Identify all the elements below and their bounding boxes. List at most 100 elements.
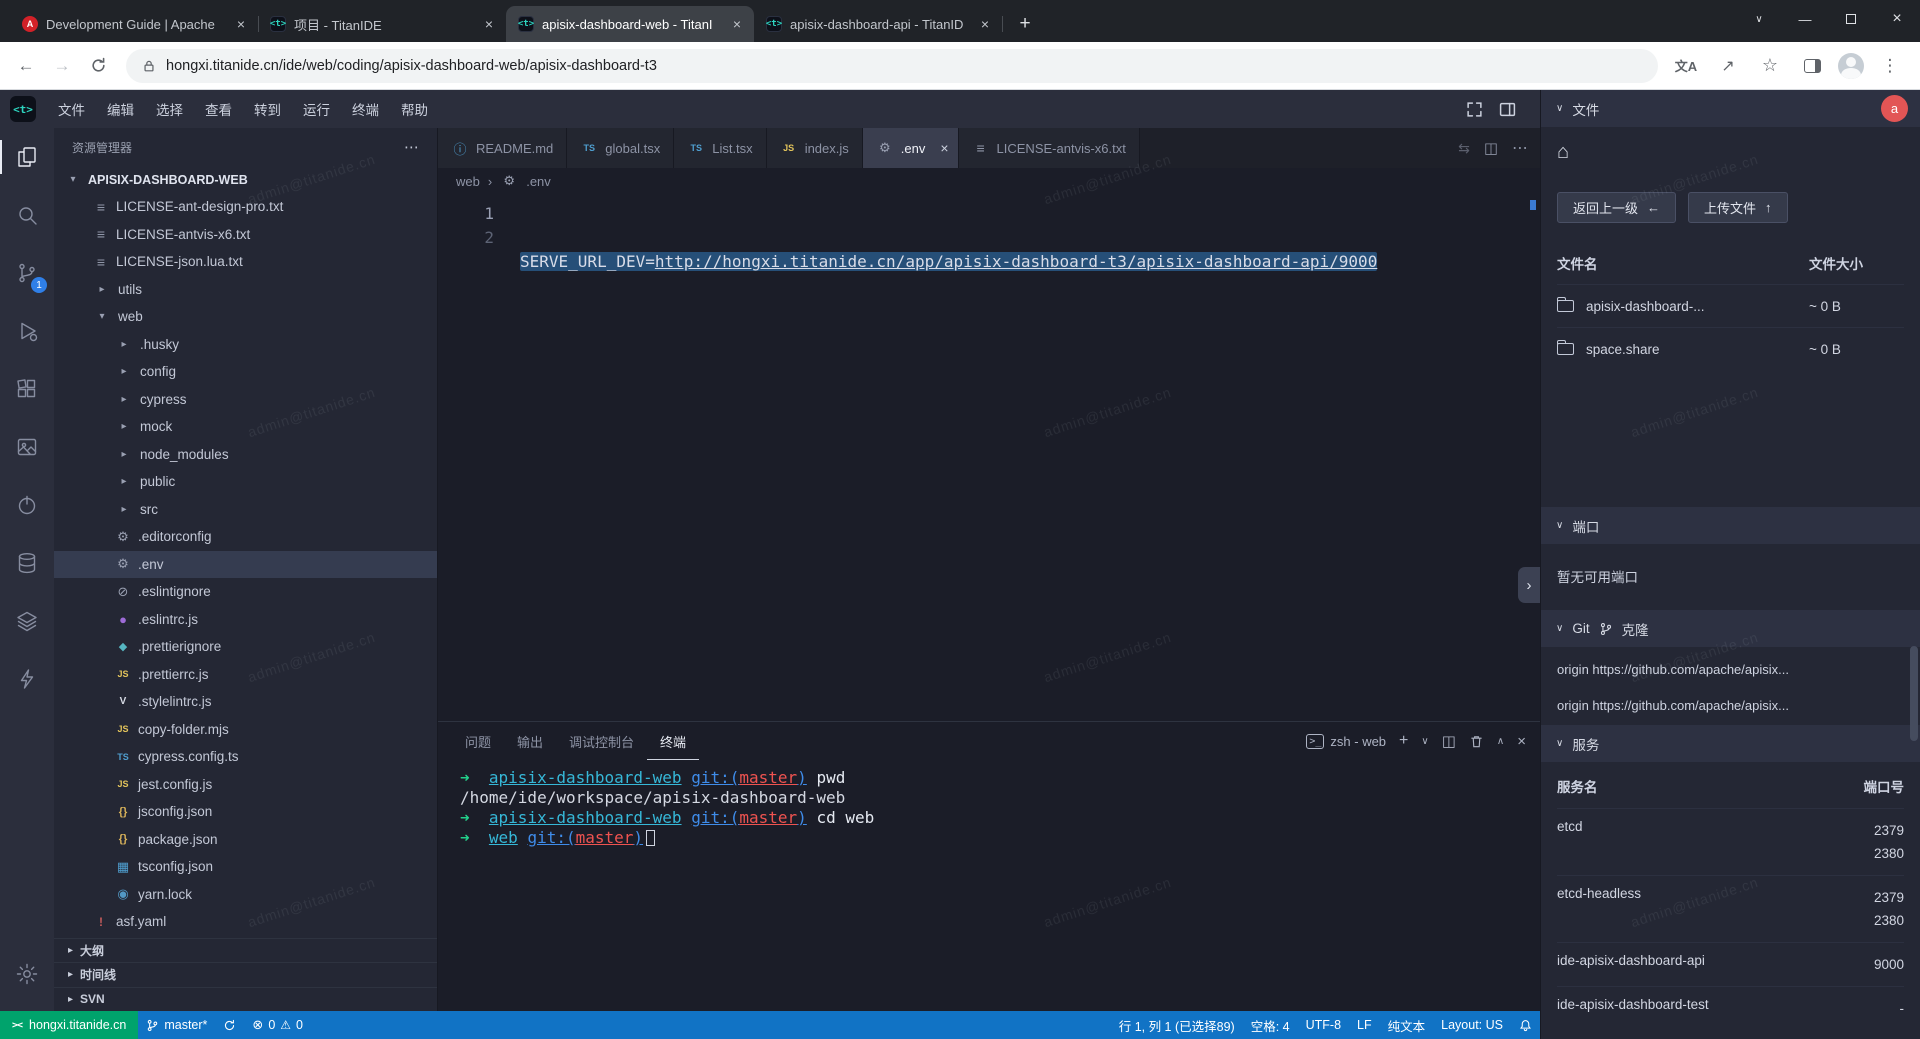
panel-scrollbar[interactable] — [1910, 646, 1918, 741]
source-control-icon[interactable]: 1 — [0, 244, 54, 302]
tree-item[interactable]: cypress.config.ts — [54, 743, 437, 771]
runtime-icon[interactable] — [0, 476, 54, 534]
tree-item[interactable]: .prettierignore — [54, 633, 437, 661]
tab-close-icon[interactable] — [480, 15, 498, 33]
project-root-row[interactable]: APISIX-DASHBOARD-WEB — [54, 166, 437, 193]
tree-folder[interactable]: mock — [54, 413, 437, 441]
terminal[interactable]: ➜ apisix-dashboard-web git:(master) pwd … — [438, 760, 1540, 1011]
ports-section-header[interactable]: 端口 — [1541, 507, 1920, 544]
fullscreen-icon[interactable] — [1466, 101, 1483, 118]
layers-icon[interactable] — [0, 592, 54, 650]
keyboard-layout[interactable]: Layout: US — [1433, 1011, 1511, 1039]
browser-menu-icon[interactable] — [1874, 50, 1906, 82]
tree-folder-expanded[interactable]: web — [54, 303, 437, 331]
git-branch-status[interactable]: master* — [138, 1011, 215, 1039]
files-section-header[interactable]: 文件 — [1541, 90, 1920, 127]
service-row[interactable]: ide-apisix-dashboard-api 9000 — [1557, 942, 1904, 986]
editor-tab[interactable]: README.md — [438, 128, 567, 168]
panel-expand-icon[interactable] — [1518, 567, 1540, 603]
run-debug-icon[interactable] — [0, 302, 54, 360]
address-bar[interactable]: hongxi.titanide.cn/ide/web/coding/apisix… — [126, 49, 1658, 83]
tree-folder[interactable]: cypress — [54, 386, 437, 414]
breadcrumb-file[interactable]: .env — [526, 174, 551, 189]
menu-run[interactable]: 运行 — [293, 95, 340, 123]
service-row[interactable]: ide-apisix-dashboard-test - — [1557, 986, 1904, 1030]
new-tab-button[interactable] — [1010, 9, 1040, 39]
tree-item[interactable]: asf.yaml — [54, 908, 437, 936]
sidebar-more-icon[interactable] — [404, 138, 419, 156]
browser-tab[interactable]: <t> apisix-dashboard-api - TitanID — [754, 6, 1002, 42]
tree-item[interactable]: .eslintignore — [54, 578, 437, 606]
search-icon[interactable] — [0, 186, 54, 244]
tree-item[interactable]: package.json — [54, 826, 437, 854]
cursor-position[interactable]: 行 1, 列 1 (已选择89) — [1111, 1011, 1243, 1039]
section-svn[interactable]: SVN — [54, 987, 437, 1012]
tree-folder[interactable]: utils — [54, 276, 437, 304]
file-row[interactable]: apisix-dashboard-... ~ 0 B — [1557, 284, 1904, 327]
remote-indicator[interactable]: >< hongxi.titanide.cn — [0, 1011, 138, 1039]
code-editor[interactable]: 1 2 SERVE_URL_DEV=http://hongxi.titanide… — [438, 194, 1540, 721]
sync-status[interactable] — [215, 1011, 244, 1039]
window-minimize-button[interactable]: — — [1782, 0, 1828, 38]
new-terminal-icon[interactable] — [1399, 732, 1408, 750]
layout-toggle-icon[interactable] — [1499, 101, 1516, 118]
encoding[interactable]: UTF-8 — [1298, 1011, 1349, 1039]
git-clone-button[interactable]: 克隆 — [1622, 619, 1649, 639]
browser-profile-avatar[interactable] — [1838, 53, 1864, 79]
tree-item[interactable]: LICENSE-json.lua.txt — [54, 248, 437, 276]
tab-close-icon[interactable] — [976, 15, 994, 33]
menu-view[interactable]: 查看 — [195, 95, 242, 123]
editor-tab[interactable]: global.tsx — [567, 128, 674, 168]
tab-output[interactable]: 输出 — [504, 722, 556, 760]
tab-problems[interactable]: 问题 — [452, 722, 504, 760]
menu-file[interactable]: 文件 — [48, 95, 95, 123]
window-maximize-button[interactable] — [1828, 0, 1874, 38]
editor-tab[interactable]: index.js — [767, 128, 863, 168]
git-remote[interactable]: origin https://github.com/apache/apisix.… — [1557, 687, 1904, 723]
tree-folder[interactable]: src — [54, 496, 437, 524]
tree-item[interactable]: .eslintrc.js — [54, 606, 437, 634]
tab-close-icon[interactable] — [940, 140, 948, 156]
bookmark-star-icon[interactable] — [1754, 50, 1786, 82]
window-close-button[interactable]: × — [1874, 0, 1920, 38]
tree-item[interactable]: jsconfig.json — [54, 798, 437, 826]
tab-search-icon[interactable] — [1736, 0, 1782, 38]
tab-close-icon[interactable] — [728, 15, 746, 33]
menu-terminal[interactable]: 终端 — [342, 95, 389, 123]
tree-item[interactable]: yarn.lock — [54, 881, 437, 909]
split-editor-icon[interactable] — [1484, 139, 1498, 157]
tree-item[interactable]: tsconfig.json — [54, 853, 437, 881]
menu-help[interactable]: 帮助 — [391, 95, 438, 123]
lightning-icon[interactable] — [0, 650, 54, 708]
language-mode[interactable]: 纯文本 — [1380, 1011, 1434, 1039]
maximize-panel-icon[interactable] — [1497, 736, 1504, 747]
translate-icon[interactable]: 文A — [1670, 50, 1702, 82]
browser-tab-active[interactable]: <t> apisix-dashboard-web - TitanI — [506, 6, 754, 42]
tree-item[interactable]: copy-folder.mjs — [54, 716, 437, 744]
tab-debug-console[interactable]: 调试控制台 — [556, 722, 647, 760]
extensions-icon[interactable] — [0, 360, 54, 418]
eol[interactable]: LF — [1349, 1011, 1380, 1039]
editor-tab[interactable]: List.tsx — [674, 128, 766, 168]
menu-go[interactable]: 转到 — [244, 95, 291, 123]
tree-item[interactable]: LICENSE-ant-design-pro.txt — [54, 193, 437, 221]
indentation[interactable]: 空格: 4 — [1243, 1011, 1298, 1039]
editor-tab-active[interactable]: .env — [863, 128, 959, 168]
kill-terminal-icon[interactable] — [1469, 734, 1484, 749]
explorer-icon[interactable] — [0, 128, 54, 186]
database-icon[interactable] — [0, 534, 54, 592]
git-section-header[interactable]: Git 克隆 — [1541, 610, 1920, 647]
services-section-header[interactable]: 服务 — [1541, 725, 1920, 762]
share-icon[interactable] — [1712, 50, 1744, 82]
browser-tab[interactable]: <t> 项目 - TitanIDE — [258, 6, 506, 42]
compare-icon[interactable] — [1458, 140, 1470, 157]
service-row[interactable]: etcd 23792380 — [1557, 808, 1904, 875]
section-outline[interactable]: 大纲 — [54, 938, 437, 963]
back-parent-button[interactable]: 返回上一级 — [1557, 192, 1676, 223]
notifications[interactable] — [1511, 1011, 1540, 1039]
tree-item[interactable]: .stylelintrc.js — [54, 688, 437, 716]
upload-file-button[interactable]: 上传文件 — [1688, 192, 1788, 223]
tab-terminal[interactable]: 终端 — [647, 722, 699, 760]
tree-folder[interactable]: .husky — [54, 331, 437, 359]
user-avatar[interactable]: a — [1881, 95, 1908, 122]
